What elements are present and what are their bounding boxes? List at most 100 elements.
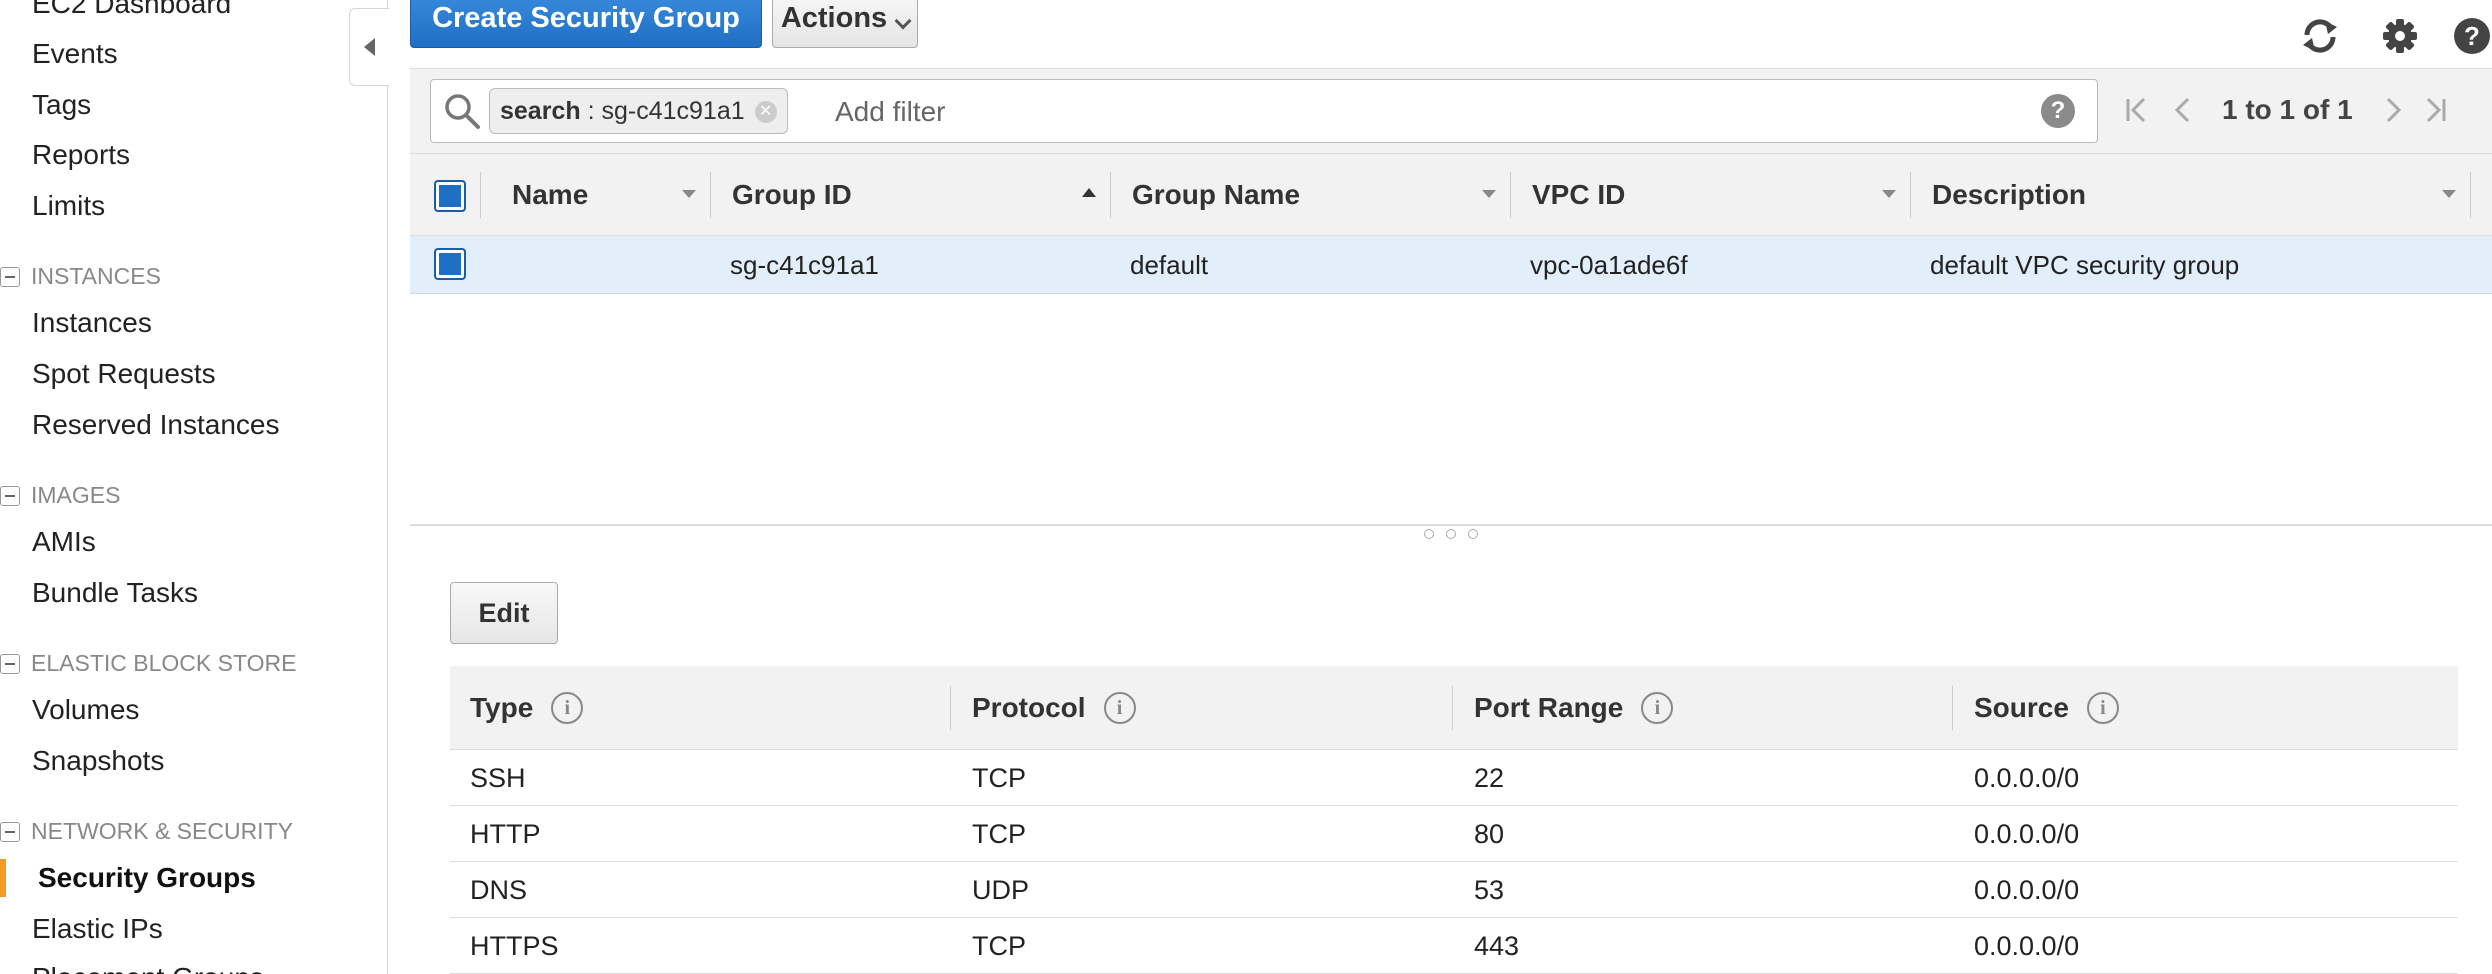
column-divider [1452, 686, 1453, 730]
rule-type: HTTP [470, 819, 541, 849]
row-checkbox[interactable] [434, 248, 466, 280]
filter-help-icon[interactable]: ? [2041, 94, 2075, 128]
sidebar-collapse-handle[interactable] [349, 8, 389, 86]
info-icon[interactable]: i [551, 692, 584, 724]
sort-icon[interactable] [682, 190, 696, 198]
column-divider [950, 686, 951, 730]
table-row: DNS UDP 53 0.0.0.0/0 [450, 862, 2458, 918]
rule-type: SSH [470, 763, 526, 793]
sidebar-item-bundle-tasks[interactable]: Bundle Tasks [32, 577, 198, 609]
sidebar-item-elastic-ips[interactable]: Elastic IPs [32, 913, 163, 945]
search-icon [445, 94, 480, 129]
actions-button[interactable]: Actions [772, 0, 918, 48]
rules-column-port-range: Port Range i [1474, 666, 1674, 750]
rules-column-label: Protocol [972, 692, 1086, 723]
rule-source: 0.0.0.0/0 [1974, 931, 2080, 961]
previous-page-icon[interactable] [2166, 92, 2200, 128]
rule-source: 0.0.0.0/0 [1974, 819, 2080, 849]
info-icon[interactable]: i [1103, 692, 1136, 724]
add-filter-input[interactable] [835, 92, 2015, 132]
rule-type: HTTPS [470, 931, 559, 961]
rule-source: 0.0.0.0/0 [1974, 763, 2080, 793]
filter-token-key: search [500, 97, 581, 125]
sidebar-item-tags[interactable]: Tags [32, 89, 91, 121]
sort-ascending-icon[interactable] [1082, 188, 1096, 197]
remove-filter-icon[interactable]: ✕ [754, 101, 777, 123]
rule-port-range: 443 [1474, 931, 1520, 961]
rule-port-range: 22 [1474, 763, 1505, 793]
sidebar-item-spot-requests[interactable]: Spot Requests [32, 358, 216, 390]
cell-description: default VPC security group [1930, 250, 2240, 280]
sidebar-item-reserved-instances[interactable]: Reserved Instances [32, 409, 279, 441]
collapse-icon[interactable] [0, 266, 20, 287]
column-divider [1952, 686, 1953, 730]
chevron-down-icon [894, 12, 912, 30]
rule-protocol: TCP [972, 763, 1026, 793]
rule-port-range: 53 [1474, 875, 1505, 905]
table-row[interactable]: sg-c41c91a1 default vpc-0a1ade6f default… [410, 236, 2492, 294]
column-header-description[interactable]: Description [1932, 154, 2086, 236]
sidebar-item-events[interactable]: Events [32, 38, 118, 70]
column-header-group-id[interactable]: Group ID [732, 154, 852, 236]
filter-token-value: sg-c41c91a1 [601, 97, 745, 125]
rules-column-label: Port Range [1474, 692, 1624, 723]
table-row: HTTPS TCP 443 0.0.0.0/0 [450, 918, 2458, 974]
edit-button[interactable]: Edit [450, 582, 558, 644]
collapse-icon[interactable] [0, 485, 20, 506]
sidebar-item-ec2-dashboard[interactable]: EC2 Dashboard [32, 0, 231, 20]
create-security-group-button[interactable]: Create Security Group [410, 0, 762, 48]
info-icon[interactable]: i [2086, 692, 2119, 724]
column-divider [2470, 172, 2471, 218]
table-row: HTTP TCP 80 0.0.0.0/0 [450, 806, 2458, 862]
sidebar-section-title: NETWORK & SECURITY [31, 818, 293, 844]
rule-type: DNS [470, 875, 528, 905]
column-divider [710, 172, 711, 218]
rules-column-label: Source [1974, 692, 2069, 723]
sidebar-item-instances[interactable]: Instances [32, 307, 152, 339]
pane-divider[interactable] [410, 524, 2492, 526]
rule-protocol: TCP [972, 931, 1026, 961]
sidebar-section-title: INSTANCES [31, 263, 161, 289]
gear-icon[interactable] [2378, 14, 2422, 58]
rule-port-range: 80 [1474, 819, 1505, 849]
filter-token[interactable]: search : sg-c41c91a1 ✕ [489, 88, 788, 134]
next-page-icon[interactable] [2376, 92, 2410, 128]
info-icon[interactable]: i [1641, 692, 1674, 724]
pagination-status: 1 to 1 of 1 [2222, 94, 2353, 125]
rule-source: 0.0.0.0/0 [1974, 875, 2080, 905]
sidebar-section-title: IMAGES [31, 482, 121, 508]
collapse-icon[interactable] [0, 821, 20, 842]
sidebar-item-placement-groups[interactable]: Placement Groups [32, 962, 264, 974]
cell-vpc-id: vpc-0a1ade6f [1530, 250, 1688, 280]
sort-icon[interactable] [2442, 190, 2456, 198]
sidebar-item-amis[interactable]: AMIs [32, 526, 96, 558]
sort-icon[interactable] [1482, 190, 1496, 198]
search-box[interactable]: search : sg-c41c91a1 ✕ ? [430, 79, 2098, 143]
sidebar-item-volumes[interactable]: Volumes [32, 694, 139, 726]
first-page-icon[interactable] [2120, 92, 2154, 128]
column-header-name[interactable]: Name [512, 154, 588, 236]
select-all-checkbox[interactable] [434, 180, 466, 212]
column-header-group-name[interactable]: Group Name [1132, 154, 1300, 236]
sidebar-section-instances[interactable]: INSTANCES [0, 263, 161, 290]
last-page-icon[interactable] [2418, 92, 2452, 128]
sidebar-item-limits[interactable]: Limits [32, 190, 105, 222]
sort-icon[interactable] [1882, 190, 1896, 198]
rules-column-protocol: Protocol i [972, 666, 1136, 750]
column-header-vpc-id[interactable]: VPC ID [1532, 154, 1625, 236]
rule-protocol: UDP [972, 875, 1030, 905]
sidebar-section-network-security[interactable]: NETWORK & SECURITY [0, 818, 293, 845]
sidebar-section-elastic-block-store[interactable]: ELASTIC BLOCK STORE [0, 650, 296, 677]
sidebar-item-security-groups[interactable]: Security Groups [38, 862, 256, 894]
column-divider [480, 172, 481, 218]
column-divider [1110, 172, 1111, 218]
active-indicator [0, 859, 6, 897]
collapse-icon[interactable] [0, 653, 20, 674]
sidebar-section-images[interactable]: IMAGES [0, 482, 120, 509]
sidebar-item-snapshots[interactable]: Snapshots [32, 745, 164, 777]
resize-handle[interactable] [1424, 529, 1478, 539]
grid-header: Name Group ID Group Name VPC ID Descript… [410, 154, 2492, 236]
refresh-icon[interactable] [2298, 14, 2342, 58]
help-icon[interactable]: ? [2452, 14, 2492, 58]
sidebar-item-reports[interactable]: Reports [32, 139, 130, 171]
